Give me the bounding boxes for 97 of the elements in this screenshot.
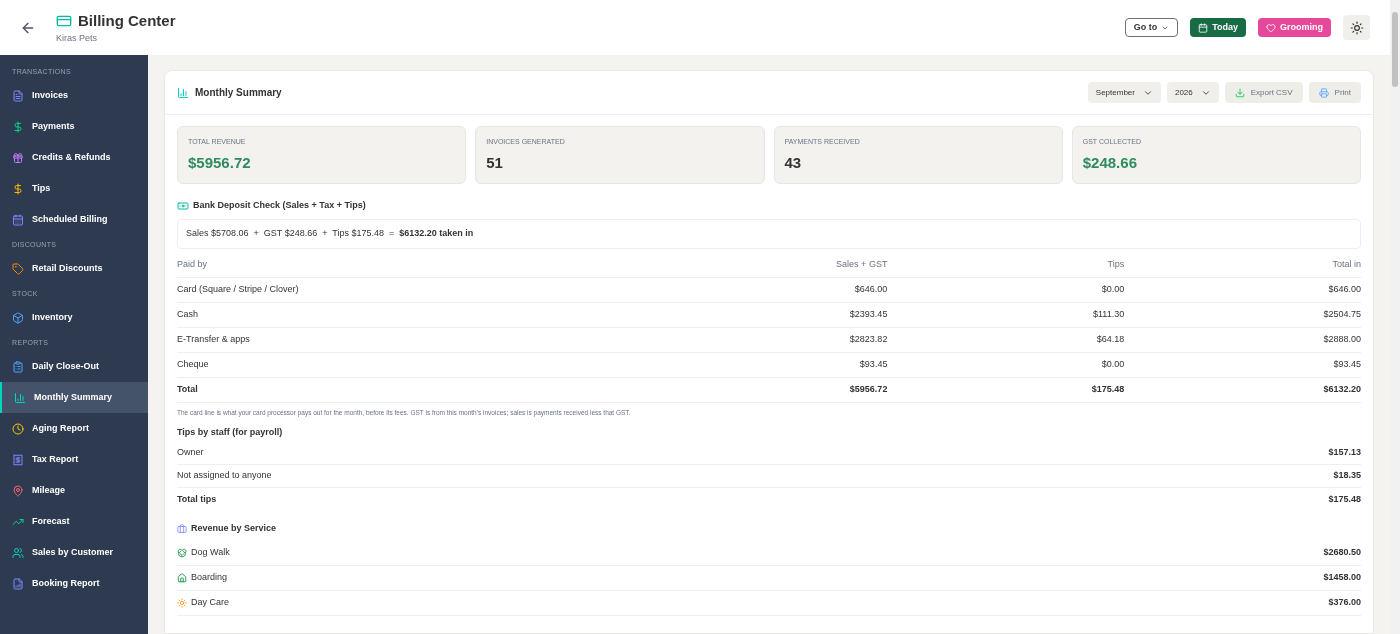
dollar-icon xyxy=(12,120,24,133)
section-title: Bank Deposit Check (Sales + Tax + Tips) xyxy=(193,199,366,213)
tip-amount: $18.35 xyxy=(1333,469,1361,482)
section-title: Revenue by Service xyxy=(191,522,277,535)
stat-value: 43 xyxy=(784,152,803,173)
receipt-icon xyxy=(12,453,24,466)
go-to-button[interactable]: Go to xyxy=(1124,18,1179,37)
table-cell-text: Total xyxy=(177,383,199,397)
page-title: Billing Center xyxy=(78,10,176,31)
panel-title: Monthly Summary xyxy=(195,86,282,100)
service-name: Day Care xyxy=(191,596,229,609)
tip-amount: $175.48 xyxy=(1328,492,1361,506)
column-header: Sales + GST xyxy=(836,258,888,272)
sidebar-item[interactable]: Payments xyxy=(0,111,148,142)
briefcase-icon xyxy=(177,523,187,534)
service-amount: $2680.50 xyxy=(1323,546,1361,559)
table-cell: $93.45 xyxy=(1333,358,1361,372)
table-cell: $0.00 xyxy=(1101,283,1125,297)
table-cell: $6132.20 xyxy=(1323,383,1361,397)
month-select[interactable]: September xyxy=(1087,82,1161,103)
table-cell: $175.48 xyxy=(1091,383,1125,397)
column-header: Tips xyxy=(1107,258,1125,272)
table-cell: $2504.75 xyxy=(1323,308,1361,322)
section-title: Tips by staff (for payroll) xyxy=(177,425,284,439)
bar-chart-icon xyxy=(177,86,189,99)
sidebar-item[interactable]: Retail Discounts xyxy=(0,253,148,284)
gift-icon xyxy=(12,151,24,164)
scrollbar-thumb[interactable] xyxy=(1392,12,1398,87)
scrollbar[interactable] xyxy=(1390,0,1400,634)
staff-name: Not assigned to anyone xyxy=(177,469,272,482)
cube-icon xyxy=(12,311,24,324)
table-cell: $0.00 xyxy=(1101,358,1125,372)
sidebar-item[interactable]: Scheduled Billing xyxy=(0,204,148,235)
print-button[interactable]: Print xyxy=(1308,82,1361,103)
table-cell-text: Card (Square / Stripe / Clover) xyxy=(177,283,300,297)
stat-value: $248.66 xyxy=(1082,152,1138,173)
tip-amount: $157.13 xyxy=(1328,446,1361,459)
sun-icon xyxy=(177,597,187,608)
year-select[interactable]: 2026 xyxy=(1166,82,1219,103)
business-name: Kiras Pets xyxy=(56,32,98,45)
stat-value: 51 xyxy=(486,152,504,173)
sidebar-item[interactable]: Invoices xyxy=(0,80,148,111)
grooming-button[interactable]: Grooming xyxy=(1258,18,1331,37)
download-icon xyxy=(1234,87,1245,98)
sidebar-item[interactable]: Monthly Summary xyxy=(0,382,148,413)
table-cell-text: Cheque xyxy=(177,358,210,372)
sidebar-item[interactable]: Daily Close-Out xyxy=(0,351,148,382)
report-icon xyxy=(12,577,24,590)
clipboard-icon xyxy=(12,360,24,373)
sidebar-item[interactable]: Aging Report xyxy=(0,413,148,444)
users-icon xyxy=(12,546,24,559)
column-header: Paid by xyxy=(177,258,209,272)
sidebar-item[interactable]: Mileage xyxy=(0,475,148,506)
service-name: Dog Walk xyxy=(191,546,230,559)
dog-icon xyxy=(177,547,187,558)
document-icon xyxy=(12,89,24,102)
service-amount: $376.00 xyxy=(1328,596,1361,609)
tag-icon xyxy=(12,262,24,275)
sidebar-item[interactable]: Tax Report xyxy=(0,444,148,475)
table-cell: $646.00 xyxy=(854,283,888,297)
export-csv-button[interactable]: Export CSV xyxy=(1224,82,1303,103)
table-cell: $64.18 xyxy=(1096,333,1125,347)
table-cell: $5956.72 xyxy=(849,383,888,397)
sidebar-item[interactable]: Credits & Refunds xyxy=(0,142,148,173)
table-cell: $2393.45 xyxy=(849,308,888,322)
sidebar-item[interactable]: Sales by Customer xyxy=(0,537,148,568)
table-cell-text: E-Transfer & apps xyxy=(177,333,251,347)
calendar-icon xyxy=(12,213,24,226)
column-header: Total in xyxy=(1332,258,1361,272)
calendar-icon xyxy=(1198,22,1209,33)
heart-icon xyxy=(1266,22,1276,33)
sun-icon xyxy=(1349,20,1364,35)
service-amount: $1458.00 xyxy=(1323,571,1361,584)
stat-value: $5956.72 xyxy=(188,152,252,173)
sidebar-item[interactable]: Inventory xyxy=(0,302,148,333)
staff-name: Owner xyxy=(177,446,204,459)
sidebar-item[interactable]: Booking Report xyxy=(0,568,148,599)
sidebar-item[interactable]: Tips xyxy=(0,173,148,204)
deposit-equation: Sales $5708.06 + GST $248.66 + Tips $175.48 = $6132.20 taken in xyxy=(177,219,1361,249)
today-button[interactable]: Today xyxy=(1190,18,1246,37)
table-cell: $2888.00 xyxy=(1323,333,1361,347)
service-name: Boarding xyxy=(191,571,228,584)
table-cell: $111.30 xyxy=(1093,308,1125,322)
table-cell: $2823.82 xyxy=(849,333,888,347)
staff-name: Total tips xyxy=(177,492,217,506)
print-icon xyxy=(1318,87,1329,98)
clock-icon xyxy=(12,422,24,435)
banknote-icon xyxy=(177,200,189,212)
map-pin-icon xyxy=(12,484,24,497)
table-cell: $93.45 xyxy=(859,358,888,372)
table-cell-text: Cash xyxy=(177,308,199,322)
sidebar-item[interactable]: Forecast xyxy=(0,506,148,537)
bar-chart-icon xyxy=(14,391,26,404)
theme-toggle-button[interactable] xyxy=(1343,15,1370,40)
table-cell: $646.00 xyxy=(1328,283,1361,297)
dollar-icon xyxy=(12,182,24,195)
house-icon xyxy=(177,572,187,583)
